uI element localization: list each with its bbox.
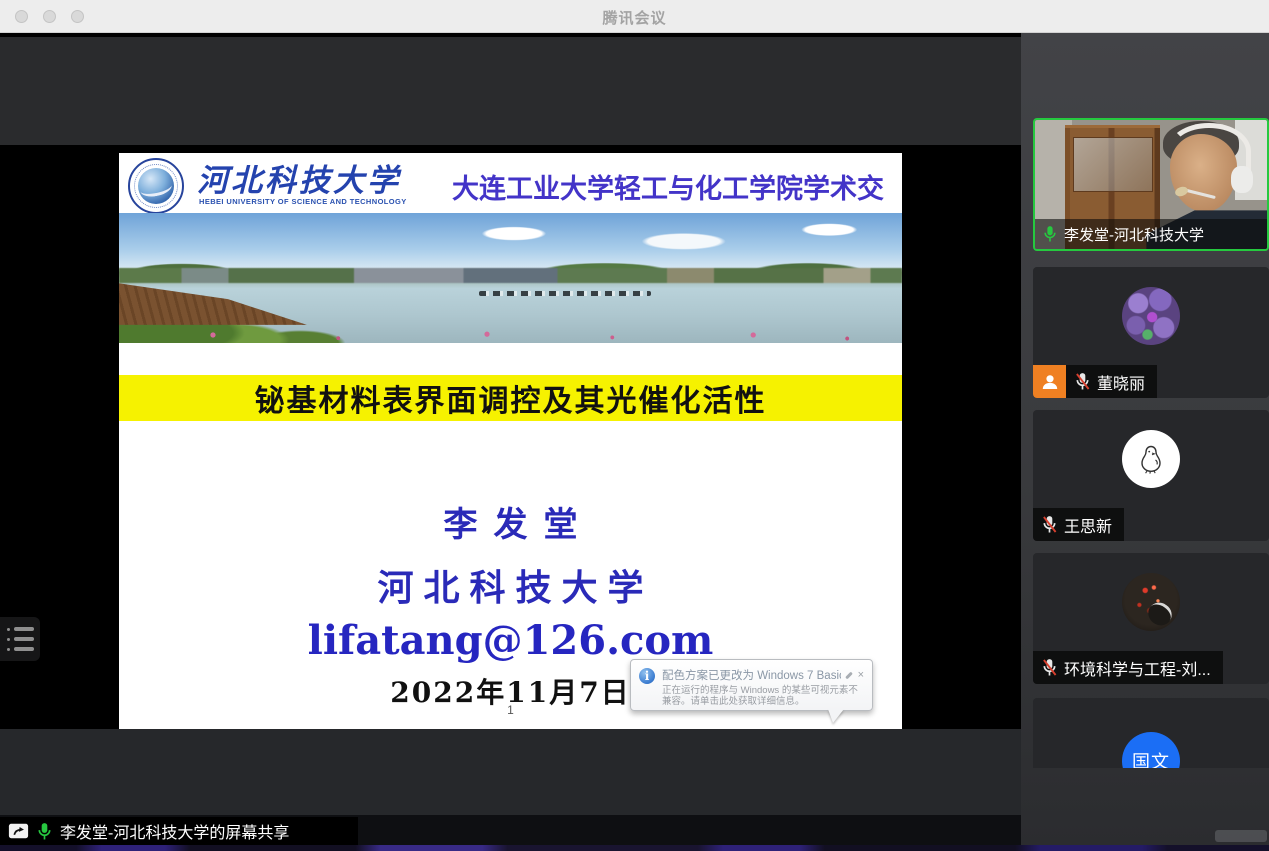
notification-close-icon: × [858, 670, 864, 680]
scrollbar-thumb[interactable] [1215, 830, 1267, 842]
university-logo-icon [128, 158, 184, 214]
participant-name: 董晓丽 [1097, 370, 1145, 394]
mic-on-icon [37, 822, 52, 841]
shared-screen-area: 河北科技大学 HEBEI UNIVERSITY OF SCIENCE AND T… [0, 33, 1021, 845]
participant-name: 环境科学与工程-刘... [1064, 656, 1211, 680]
shared-screen-top-band [0, 37, 1021, 145]
screen-share-icon [8, 823, 29, 839]
participant-list-toggle-button[interactable] [0, 617, 40, 661]
avatar-text: 国文 [1132, 748, 1170, 768]
participant-name-bar: 环境科学与工程-刘... [1033, 651, 1223, 684]
participant-tile-lifatang[interactable]: 李发堂-河北科技大学 [1033, 118, 1269, 251]
slide-title-banner: 铋基材料表界面调控及其光催化活性 [119, 375, 902, 421]
speaker-name: 李发堂 [119, 497, 902, 546]
notification-body: 正在运行的程序与 Windows 的某些可视元素不兼容。请单击此处获取详细信息。 [662, 685, 864, 707]
wrench-icon [845, 671, 853, 679]
balloon-tail [828, 709, 844, 723]
avatar [1122, 573, 1180, 631]
shared-screen-bottom-band [0, 729, 1021, 815]
speaker-email: lifatang@126.com [119, 617, 902, 664]
participant-name: 王思新 [1064, 513, 1112, 537]
presenter-badge-icon [1033, 365, 1066, 398]
windows-notification-balloon: i 配色方案已更改为 Windows 7 Basic × 正在运行的程序与 Wi… [630, 659, 873, 711]
avatar [1122, 287, 1180, 345]
presentation-slide: 河北科技大学 HEBEI UNIVERSITY OF SCIENCE AND T… [119, 153, 902, 729]
participant-tile-wangsixin[interactable]: 王思新 [1033, 410, 1269, 541]
participant-name-bar: 董晓丽 [1066, 365, 1157, 398]
participant-tile-huanjing-liu[interactable]: 环境科学与工程-刘... [1033, 553, 1269, 684]
campus-photo [119, 213, 902, 343]
mic-muted-icon [1042, 658, 1057, 677]
photo-flowers [119, 327, 902, 343]
participant-name: 李发堂-河北科技大学 [1064, 224, 1204, 245]
participant-tile-guowen[interactable]: 国文 [1033, 698, 1269, 768]
avatar-initials: 国文 [1122, 732, 1180, 768]
participant-name-bar: 李发堂-河北科技大学 [1035, 219, 1267, 249]
university-name-en: HEBEI UNIVERSITY OF SCIENCE AND TECHNOLO… [199, 197, 407, 206]
screen-share-label: 李发堂-河北科技大学的屏幕共享 [60, 819, 289, 843]
titlebar: 腾讯会议 [0, 0, 1269, 33]
avatar-penguin-icon [1122, 430, 1180, 488]
notification-title: 配色方案已更改为 Windows 7 Basic [662, 667, 841, 683]
window-title: 腾讯会议 [0, 7, 1269, 28]
screen-share-banner: 李发堂-河北科技大学的屏幕共享 [0, 817, 358, 845]
university-name-cn: 河北科技大学 [197, 155, 401, 200]
participant-name-bar: 王思新 [1033, 508, 1124, 541]
person-icon [1040, 372, 1060, 392]
slide-title-text: 铋基材料表界面调控及其光催化活性 [255, 376, 767, 420]
info-icon: i [639, 668, 655, 684]
bottom-bar: 李发堂-河北科技大学的屏幕共享 [0, 815, 1021, 845]
photo-geese [479, 291, 651, 296]
meeting-window: 腾讯会议 河北科技大学 HEBEI UNIVERSITY OF SCIENCE … [0, 0, 1269, 851]
mic-muted-icon [1042, 515, 1057, 534]
participant-tile-dongxiaoli[interactable]: 董晓丽 [1033, 267, 1269, 398]
mic-muted-icon [1075, 372, 1090, 391]
participants-sidebar: 李发堂-河北科技大学 董晓丽 [1021, 33, 1269, 845]
desktop-wallpaper-strip [0, 845, 1269, 851]
mic-on-icon [1043, 225, 1057, 243]
speaker-affiliation: 河北科技大学 [119, 559, 902, 611]
